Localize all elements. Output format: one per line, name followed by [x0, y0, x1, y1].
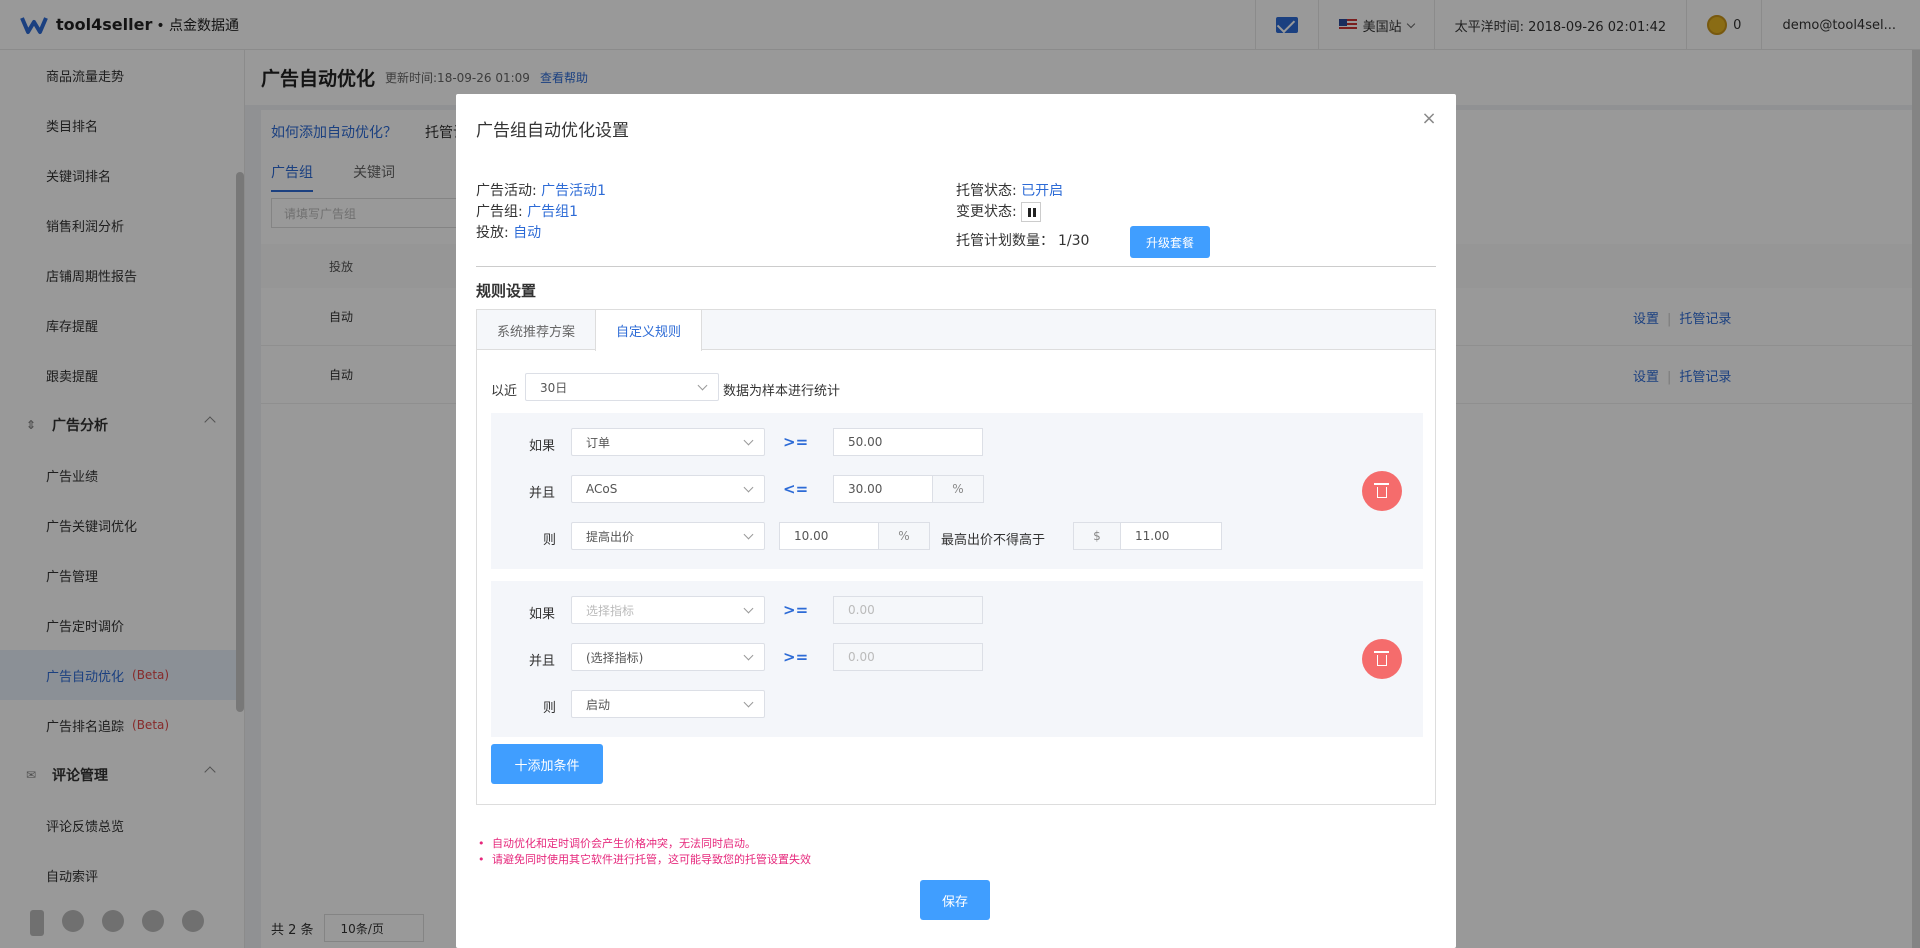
- operator: <=: [783, 480, 809, 498]
- hosting-status-value: 已开启: [1021, 183, 1064, 199]
- operator: >=: [783, 648, 809, 666]
- and-value-input[interactable]: 30.00: [833, 475, 933, 503]
- and-value-input[interactable]: 0.00: [833, 643, 983, 671]
- campaign-info: 广告活动: 广告活动1: [476, 183, 607, 199]
- period-select[interactable]: 30日: [525, 373, 719, 401]
- change-status: 变更状态:: [956, 201, 1041, 222]
- rule-settings-title: 规则设置: [476, 282, 537, 300]
- trash-icon: [1374, 483, 1389, 498]
- delete-rule-button[interactable]: [1362, 639, 1402, 679]
- delivery-info: 投放: 自动: [476, 225, 542, 241]
- chevron-down-icon: [743, 482, 754, 493]
- rule-condition-1: 如果 订单 >= 50.00 并且 ACoS <= 30.00 % 则 提高出价…: [491, 413, 1423, 569]
- if-metric-select[interactable]: 订单: [571, 428, 765, 456]
- delivery-value: 自动: [513, 225, 542, 241]
- rule-tabs: 系统推荐方案 自定义规则: [477, 310, 1435, 351]
- and-metric-select[interactable]: ACoS: [571, 475, 765, 503]
- tab-custom-rules[interactable]: 自定义规则: [595, 310, 703, 351]
- pause-icon[interactable]: [1020, 202, 1041, 222]
- chevron-down-icon: [743, 603, 754, 614]
- group-name: 广告组1: [527, 204, 579, 220]
- then-action-select[interactable]: 启动: [571, 690, 765, 718]
- max-bid-input[interactable]: 11.00: [1120, 522, 1222, 550]
- then-value-input[interactable]: 10.00: [779, 522, 879, 550]
- auto-optimize-modal: 广告组自动优化设置 × 广告活动: 广告活动1 广告组: 广告组1 投放: 自动…: [456, 94, 1456, 948]
- note-item: 请避免同时使用其它软件进行托管，这可能导致您的托管设置失效: [476, 852, 811, 868]
- chevron-down-icon: [743, 650, 754, 661]
- add-condition-button[interactable]: 十添加条件: [491, 744, 603, 784]
- close-icon[interactable]: ×: [1420, 110, 1438, 128]
- trash-icon: [1374, 651, 1389, 666]
- rule-condition-2: 如果 选择指标 >= 0.00 并且 (选择指标) >= 0.00 则 启动: [491, 581, 1423, 737]
- group-info: 广告组: 广告组1: [476, 204, 579, 220]
- if-value-input[interactable]: 50.00: [833, 428, 983, 456]
- chevron-down-icon: [743, 529, 754, 540]
- dollar-addon: $: [1073, 522, 1121, 550]
- and-metric-select[interactable]: (选择指标): [571, 643, 765, 671]
- warning-notes: 自动优化和定时调价会产生价格冲突，无法同时启动。 请避免同时使用其它软件进行托管…: [476, 836, 811, 868]
- chevron-down-icon: [743, 697, 754, 708]
- save-button[interactable]: 保存: [920, 880, 990, 920]
- upgrade-plan-button[interactable]: 升级套餐: [1130, 226, 1210, 258]
- tab-system-recommended[interactable]: 系统推荐方案: [477, 310, 595, 350]
- note-item: 自动优化和定时调价会产生价格冲突，无法同时启动。: [476, 836, 811, 852]
- max-bid-label: 最高出价不得高于: [941, 533, 1046, 548]
- chevron-down-icon: [743, 435, 754, 446]
- if-value-input[interactable]: 0.00: [833, 596, 983, 624]
- plan-count-value: 1/30: [1058, 233, 1090, 249]
- if-metric-select[interactable]: 选择指标: [571, 596, 765, 624]
- chevron-down-icon: [697, 380, 708, 391]
- rule-box: 系统推荐方案 自定义规则 以近 30日 数据为样本进行统计 如果 订单 >= 5…: [476, 309, 1436, 805]
- hosting-status: 托管状态: 已开启: [956, 183, 1064, 199]
- campaign-name: 广告活动1: [541, 183, 607, 199]
- then-action-select[interactable]: 提高出价: [571, 522, 765, 550]
- percent-addon: %: [932, 475, 984, 503]
- delete-rule-button[interactable]: [1362, 471, 1402, 511]
- modal-title: 广告组自动优化设置: [476, 121, 629, 141]
- plan-count: 托管计划数量： 1/30: [956, 233, 1090, 249]
- percent-addon: %: [878, 522, 930, 550]
- period-prefix: 以近: [491, 384, 518, 399]
- operator: >=: [783, 433, 809, 451]
- operator: >=: [783, 601, 809, 619]
- period-suffix: 数据为样本进行统计: [723, 384, 841, 399]
- divider: [476, 266, 1436, 267]
